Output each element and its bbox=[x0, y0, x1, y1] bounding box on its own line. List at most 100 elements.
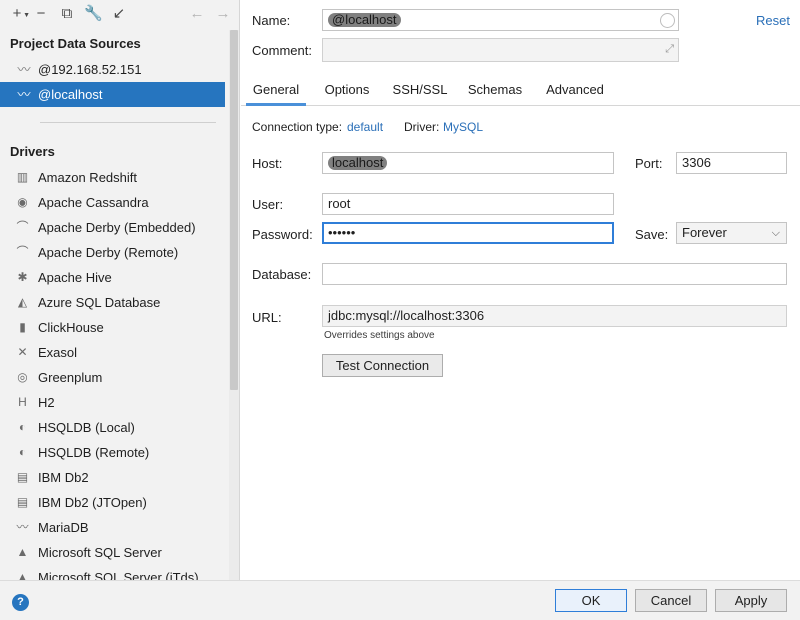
connection-type-label: Connection type: bbox=[252, 120, 343, 134]
driver-item[interactable]: ▤ IBM Db2 (JTOpen) bbox=[0, 490, 225, 515]
apply-button[interactable]: Apply bbox=[715, 589, 787, 612]
mysql-dolphin-icon: 〰 bbox=[17, 87, 31, 102]
database-field[interactable] bbox=[322, 263, 787, 285]
driver-item[interactable]: ◐ HSQLDB (Remote) bbox=[0, 440, 225, 465]
driver-item[interactable]: H H2 bbox=[0, 390, 225, 415]
driver-item[interactable]: ▥ Amazon Redshift bbox=[0, 165, 225, 190]
driver-item[interactable]: 〰 MariaDB bbox=[0, 515, 225, 540]
driver-label: Apache Derby (Remote) bbox=[38, 245, 179, 260]
data-source-item-selected[interactable]: 〰 @localhost bbox=[0, 82, 225, 107]
driver-item[interactable]: ◎ Greenplum bbox=[0, 365, 225, 390]
driver-label: MariaDB bbox=[38, 520, 89, 535]
drivers-title: Drivers bbox=[10, 144, 55, 159]
tab-options[interactable]: Options bbox=[317, 74, 377, 106]
driver-label: Apache Cassandra bbox=[38, 195, 149, 210]
driver-item[interactable]: ◉ Apache Cassandra bbox=[0, 190, 225, 215]
driver-link[interactable]: MySQL bbox=[443, 120, 483, 134]
port-label: Port: bbox=[635, 156, 663, 171]
scroll-thumb[interactable] bbox=[230, 30, 238, 390]
driver-label: Greenplum bbox=[38, 370, 103, 385]
password-label: Password: bbox=[252, 227, 313, 242]
host-value: localhost bbox=[328, 156, 388, 170]
driver-item[interactable]: ▲ Microsoft SQL Server bbox=[0, 540, 225, 565]
driver-item[interactable]: ⌒ Apache Derby (Embedded) bbox=[0, 215, 225, 240]
expand-icon[interactable]: ⤢ bbox=[665, 39, 674, 59]
data-source-item[interactable]: 〰 @192.168.52.151 bbox=[0, 57, 225, 82]
mysql-dolphin-icon: 〰 bbox=[17, 62, 31, 77]
dialog-footer: ? OK Cancel Apply bbox=[0, 580, 800, 620]
driver-label: HSQLDB (Local) bbox=[38, 420, 135, 435]
back-icon[interactable]: ← bbox=[188, 5, 206, 23]
redshift-icon: ▥ bbox=[16, 170, 29, 184]
ibm-db2-icon: ▤ bbox=[16, 495, 29, 509]
sidebar-toolbar: + ▼ − ⧉ 🔧 ↙ ← → bbox=[0, 0, 239, 30]
h2-icon: H bbox=[18, 395, 27, 409]
driver-item[interactable]: ▤ IBM Db2 bbox=[0, 465, 225, 490]
sidebar-scrollbar[interactable] bbox=[229, 30, 239, 580]
name-field[interactable]: @localhost bbox=[322, 9, 679, 31]
reset-link[interactable]: Reset bbox=[756, 13, 790, 28]
host-label: Host: bbox=[252, 156, 283, 171]
remove-icon[interactable]: − bbox=[32, 5, 50, 23]
hsqldb-icon: ◐ bbox=[18, 420, 27, 434]
url-note: Overrides settings above bbox=[324, 330, 435, 341]
driver-item[interactable]: ▲ Microsoft SQL Server (jTds) bbox=[0, 565, 225, 580]
forward-icon[interactable]: → bbox=[214, 5, 232, 23]
sqlserver-icon: ▲ bbox=[16, 570, 29, 580]
hive-bee-icon: ✱ bbox=[17, 270, 28, 284]
driver-item[interactable]: ◐ HSQLDB (Local) bbox=[0, 415, 225, 440]
sidebar: + ▼ − ⧉ 🔧 ↙ ← → Project Data Sources 〰 @1… bbox=[0, 0, 240, 580]
tab-advanced[interactable]: Advanced bbox=[540, 74, 610, 106]
sqlserver-icon: ▲ bbox=[16, 545, 29, 559]
driver-item[interactable]: ◭ Azure SQL Database bbox=[0, 290, 225, 315]
driver-label: Apache Hive bbox=[38, 270, 112, 285]
data-source-label: @localhost bbox=[38, 87, 103, 102]
driver-label: Amazon Redshift bbox=[38, 170, 137, 185]
save-select-value: Forever bbox=[682, 225, 727, 240]
cancel-button[interactable]: Cancel bbox=[635, 589, 707, 612]
comment-label: Comment: bbox=[252, 43, 312, 58]
host-field[interactable]: localhost bbox=[322, 152, 614, 174]
port-field[interactable]: 3306 bbox=[676, 152, 787, 174]
ibm-db2-icon: ▤ bbox=[16, 470, 29, 484]
driver-label: Apache Derby (Embedded) bbox=[38, 220, 196, 235]
driver-item[interactable]: ✱ Apache Hive bbox=[0, 265, 225, 290]
cassandra-eye-icon: ◉ bbox=[17, 195, 28, 209]
driver-label: HSQLDB (Remote) bbox=[38, 445, 150, 460]
comment-field[interactable]: ⤢ bbox=[322, 38, 679, 62]
clickhouse-bars-icon: ▮ bbox=[19, 320, 26, 334]
add-icon[interactable]: + ▼ bbox=[8, 5, 30, 23]
azure-icon: ◭ bbox=[17, 295, 28, 309]
driver-item[interactable]: ✕ Exasol bbox=[0, 340, 225, 365]
color-circle-icon[interactable] bbox=[660, 13, 675, 28]
tab-ssh-ssl[interactable]: SSH/SSL bbox=[389, 74, 451, 106]
name-value: @localhost bbox=[328, 13, 401, 27]
tab-schemas[interactable]: Schemas bbox=[463, 74, 527, 106]
data-source-label: @192.168.52.151 bbox=[38, 62, 142, 77]
driver-item[interactable]: ▮ ClickHouse bbox=[0, 315, 225, 340]
name-label: Name: bbox=[252, 13, 291, 28]
driver-label: IBM Db2 (JTOpen) bbox=[38, 495, 147, 510]
project-data-sources-title: Project Data Sources bbox=[10, 36, 141, 51]
database-label: Database: bbox=[252, 267, 312, 282]
url-field[interactable]: jdbc:mysql://localhost:3306 bbox=[322, 305, 787, 327]
driver-label: Azure SQL Database bbox=[38, 295, 161, 310]
ok-button[interactable]: OK bbox=[555, 589, 627, 612]
wrench-icon[interactable]: 🔧 bbox=[84, 5, 103, 23]
import-icon[interactable]: ↙ bbox=[110, 5, 128, 23]
save-label: Save: bbox=[635, 227, 669, 242]
test-connection-button[interactable]: Test Connection bbox=[322, 354, 443, 377]
tab-general[interactable]: General bbox=[246, 74, 306, 106]
help-icon[interactable]: ? bbox=[12, 594, 29, 611]
user-field[interactable]: root bbox=[322, 193, 614, 215]
hsqldb-icon: ◐ bbox=[18, 445, 27, 459]
connection-type-link[interactable]: default bbox=[347, 120, 383, 134]
password-field[interactable]: •••••• bbox=[322, 222, 614, 244]
driver-label: Driver: bbox=[404, 120, 440, 134]
chevron-down-icon: ⌵ bbox=[771, 227, 780, 239]
user-label: User: bbox=[252, 197, 284, 212]
save-select[interactable]: Forever ⌵ bbox=[676, 222, 787, 244]
driver-item[interactable]: ⌒ Apache Derby (Remote) bbox=[0, 240, 225, 265]
driver-label: Microsoft SQL Server (jTds) bbox=[38, 570, 199, 580]
duplicate-icon[interactable]: ⧉ bbox=[58, 5, 76, 23]
